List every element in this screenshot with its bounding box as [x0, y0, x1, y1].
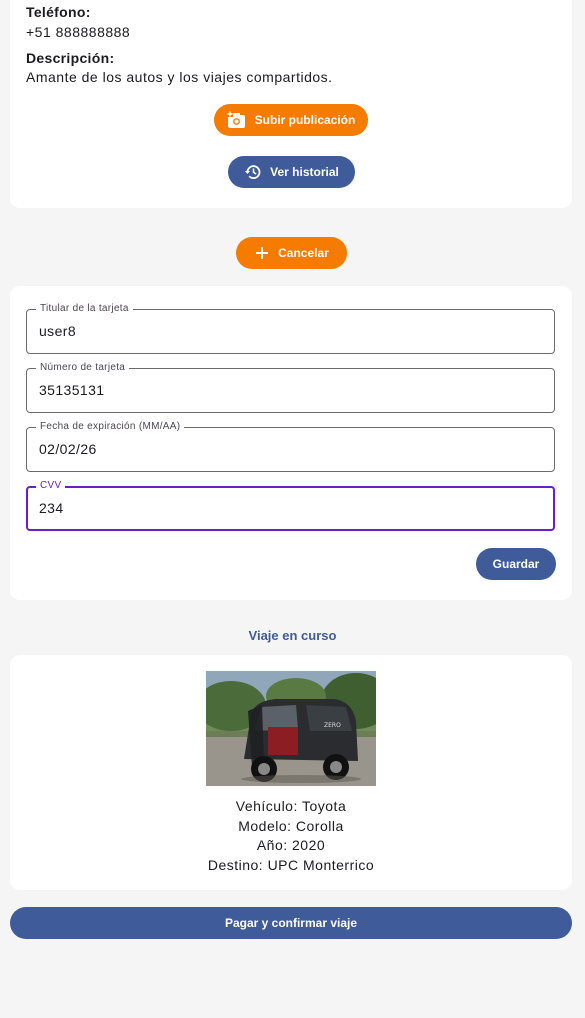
- history-icon: [244, 163, 262, 181]
- cancel-button[interactable]: Cancelar: [236, 237, 347, 269]
- description-label: Descripción:: [26, 50, 115, 66]
- expiry-date-field[interactable]: Fecha de expiración (MM/AA): [26, 421, 555, 472]
- expiry-date-label: Fecha de expiración (MM/AA): [36, 421, 185, 433]
- expiry-date-input[interactable]: [39, 441, 519, 457]
- card-number-field[interactable]: Número de tarjeta: [26, 362, 555, 413]
- payment-card-form: Titular de la tarjeta Número de tarjeta …: [10, 286, 572, 600]
- plus-icon: [254, 245, 270, 261]
- card-number-label: Número de tarjeta: [36, 362, 130, 374]
- trip-vehicle: Vehículo: Toyota: [235, 798, 347, 814]
- cvv-label: CVV: [36, 480, 66, 492]
- upload-post-button[interactable]: Subir publicación: [214, 104, 368, 136]
- cancel-label: Cancelar: [278, 246, 329, 260]
- view-history-label: Ver historial: [270, 165, 339, 179]
- phone-label: Teléfono:: [26, 4, 91, 20]
- view-history-button[interactable]: Ver historial: [228, 156, 355, 188]
- add-photo-icon: [226, 111, 247, 129]
- trip-destination: Destino: UPC Monterrico: [207, 857, 375, 873]
- profile-card: Teléfono: +51 888888888 Descripción: Ama…: [10, 0, 572, 208]
- card-holder-field[interactable]: Titular de la tarjeta: [26, 303, 555, 354]
- trip-card: ZERO Vehículo: Toyota Modelo: Corolla Añ…: [10, 655, 572, 890]
- phone-value: +51 888888888: [26, 24, 131, 40]
- pay-confirm-button[interactable]: Pagar y confirmar viaje: [10, 907, 572, 939]
- cvv-input[interactable]: [39, 500, 519, 516]
- trip-section-title: Viaje en curso: [248, 628, 337, 643]
- svg-text:ZERO: ZERO: [324, 722, 341, 729]
- save-button[interactable]: Guardar: [476, 548, 556, 580]
- card-holder-label: Titular de la tarjeta: [36, 303, 133, 315]
- card-number-input[interactable]: [39, 382, 519, 398]
- trip-year: Año: 2020: [256, 837, 326, 853]
- upload-post-label: Subir publicación: [254, 113, 356, 127]
- description-value: Amante de los autos y los viajes compart…: [26, 69, 333, 85]
- vehicle-photo: ZERO: [206, 671, 376, 786]
- card-holder-input[interactable]: [39, 323, 519, 339]
- cvv-field[interactable]: CVV: [26, 480, 555, 531]
- trip-model: Modelo: Corolla: [238, 818, 344, 834]
